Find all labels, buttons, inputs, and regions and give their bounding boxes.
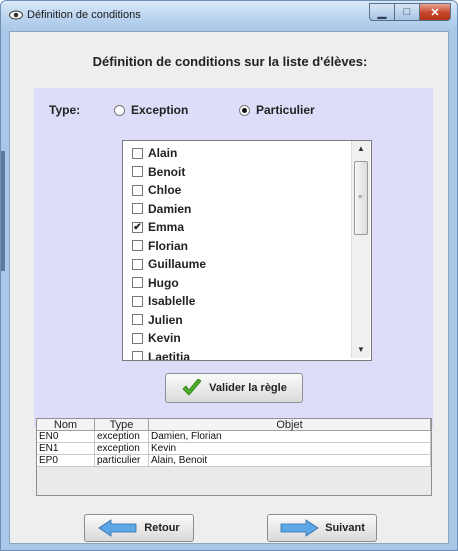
scroll-up-icon[interactable]: ▲	[352, 141, 370, 157]
validate-rule-label: Valider la règle	[209, 382, 287, 394]
checkbox[interactable]	[132, 295, 143, 307]
scroll-down-icon[interactable]: ▼	[352, 342, 370, 358]
checkbox[interactable]	[132, 351, 143, 360]
checkbox[interactable]	[132, 240, 143, 251]
list-item[interactable]: Julien	[123, 311, 183, 329]
table-cell: EN1	[37, 443, 95, 455]
table-cell: EN0	[37, 431, 95, 443]
list-item[interactable]: Isablelle	[123, 292, 195, 310]
next-button[interactable]: Suivant	[267, 514, 377, 542]
list-scrollbar[interactable]: ▲ ≡ ▼	[351, 141, 370, 358]
list-item[interactable]: Alain	[123, 144, 177, 162]
student-name: Emma	[148, 220, 185, 234]
list-item[interactable]: Benoit	[123, 163, 185, 181]
list-item[interactable]: Kevin	[123, 329, 181, 347]
table-cell: particulier	[95, 455, 149, 467]
page-title: Définition de conditions sur la liste d'…	[92, 54, 368, 69]
arrow-right-icon	[280, 519, 319, 537]
minimize-button[interactable]: ▁	[369, 3, 395, 21]
student-name: Damien	[148, 201, 192, 216]
next-label: Suivant	[325, 522, 365, 534]
close-button[interactable]: ✕	[419, 3, 451, 21]
table-row[interactable]: EN1 exception Kevin	[37, 443, 431, 455]
checkbox-checked[interactable]: ✔	[132, 221, 143, 233]
list-item[interactable]: ✔ Emma	[123, 218, 184, 236]
col-header-nom[interactable]: Nom	[37, 419, 95, 431]
scroll-grip-icon: ≡	[358, 194, 363, 201]
checkmark-icon	[182, 379, 202, 396]
type-label: Type:	[49, 103, 81, 117]
checkbox[interactable]	[132, 203, 143, 214]
scroll-thumb[interactable]: ≡	[354, 161, 368, 235]
rules-table: Nom Type Objet EN0 exception Damien, Flori…	[36, 418, 432, 496]
student-name: Alain	[148, 146, 178, 160]
table-cell: exception	[95, 443, 149, 455]
radio-particulier[interactable]: Particulier	[239, 103, 315, 117]
student-list[interactable]: Alain Benoit Chloe Damien ✔ Emma Florian Guilla…	[122, 140, 372, 361]
table-cell: Kevin	[149, 443, 431, 455]
list-item[interactable]: Laetitia	[123, 348, 191, 361]
student-name: Isablelle	[148, 294, 196, 308]
title-bar[interactable]: Définition de conditions ▁ □ ✕	[1, 1, 457, 31]
radio-particulier-label: Particulier	[256, 103, 315, 117]
back-button[interactable]: Retour	[84, 514, 194, 542]
list-item[interactable]: Guillaume	[123, 255, 206, 273]
maximize-button[interactable]: □	[394, 3, 420, 21]
arrow-left-icon	[98, 519, 137, 537]
table-cell: exception	[95, 431, 149, 443]
student-name: Kevin	[148, 331, 181, 345]
checkbox[interactable]	[132, 332, 143, 344]
table-row[interactable]: EN0 exception Damien, Florian	[37, 431, 431, 443]
student-name: Chloe	[148, 183, 182, 197]
table-row[interactable]: EP0 particulier Alain, Benoit	[37, 455, 431, 467]
col-header-objet[interactable]: Objet	[149, 419, 431, 431]
table-cell: Damien, Florian	[149, 431, 431, 443]
list-item[interactable]: Chloe	[123, 181, 181, 199]
window-title: Définition de conditions	[27, 9, 141, 21]
student-name: Benoit	[148, 164, 186, 179]
radio-exception[interactable]: Exception	[114, 103, 188, 117]
table-cell: EP0	[37, 455, 95, 467]
list-item[interactable]: Damien	[123, 200, 191, 218]
list-item[interactable]: Florian	[123, 237, 188, 255]
condition-panel: Type: Exception Particulier Alain Benoit C…	[34, 88, 433, 428]
eye-icon	[9, 10, 23, 20]
content-area: Définition de conditions sur la liste d'…	[9, 31, 449, 544]
student-name: Julien	[148, 312, 183, 327]
list-item[interactable]: Hugo	[123, 274, 179, 292]
student-name: Laetitia	[148, 349, 191, 361]
radio-particulier-dot[interactable]	[239, 104, 250, 116]
checkbox[interactable]	[132, 147, 143, 159]
student-name: Hugo	[148, 275, 179, 290]
checkbox[interactable]	[132, 184, 143, 196]
checkbox[interactable]	[132, 277, 143, 288]
student-name: Florian	[148, 238, 189, 253]
back-label: Retour	[144, 522, 180, 534]
window-edge	[1, 151, 5, 271]
validate-rule-button[interactable]: Valider la règle	[165, 373, 303, 403]
radio-exception-label: Exception	[131, 103, 189, 117]
table-cell: Alain, Benoit	[149, 455, 431, 467]
checkbox[interactable]	[132, 314, 143, 325]
checkbox[interactable]	[132, 258, 143, 270]
radio-exception-dot[interactable]	[114, 104, 125, 116]
student-name: Guillaume	[148, 257, 207, 271]
dialog-window: Définition de conditions ▁ □ ✕ Définitio…	[0, 0, 458, 551]
checkbox[interactable]	[132, 166, 143, 177]
col-header-type[interactable]: Type	[95, 419, 149, 431]
